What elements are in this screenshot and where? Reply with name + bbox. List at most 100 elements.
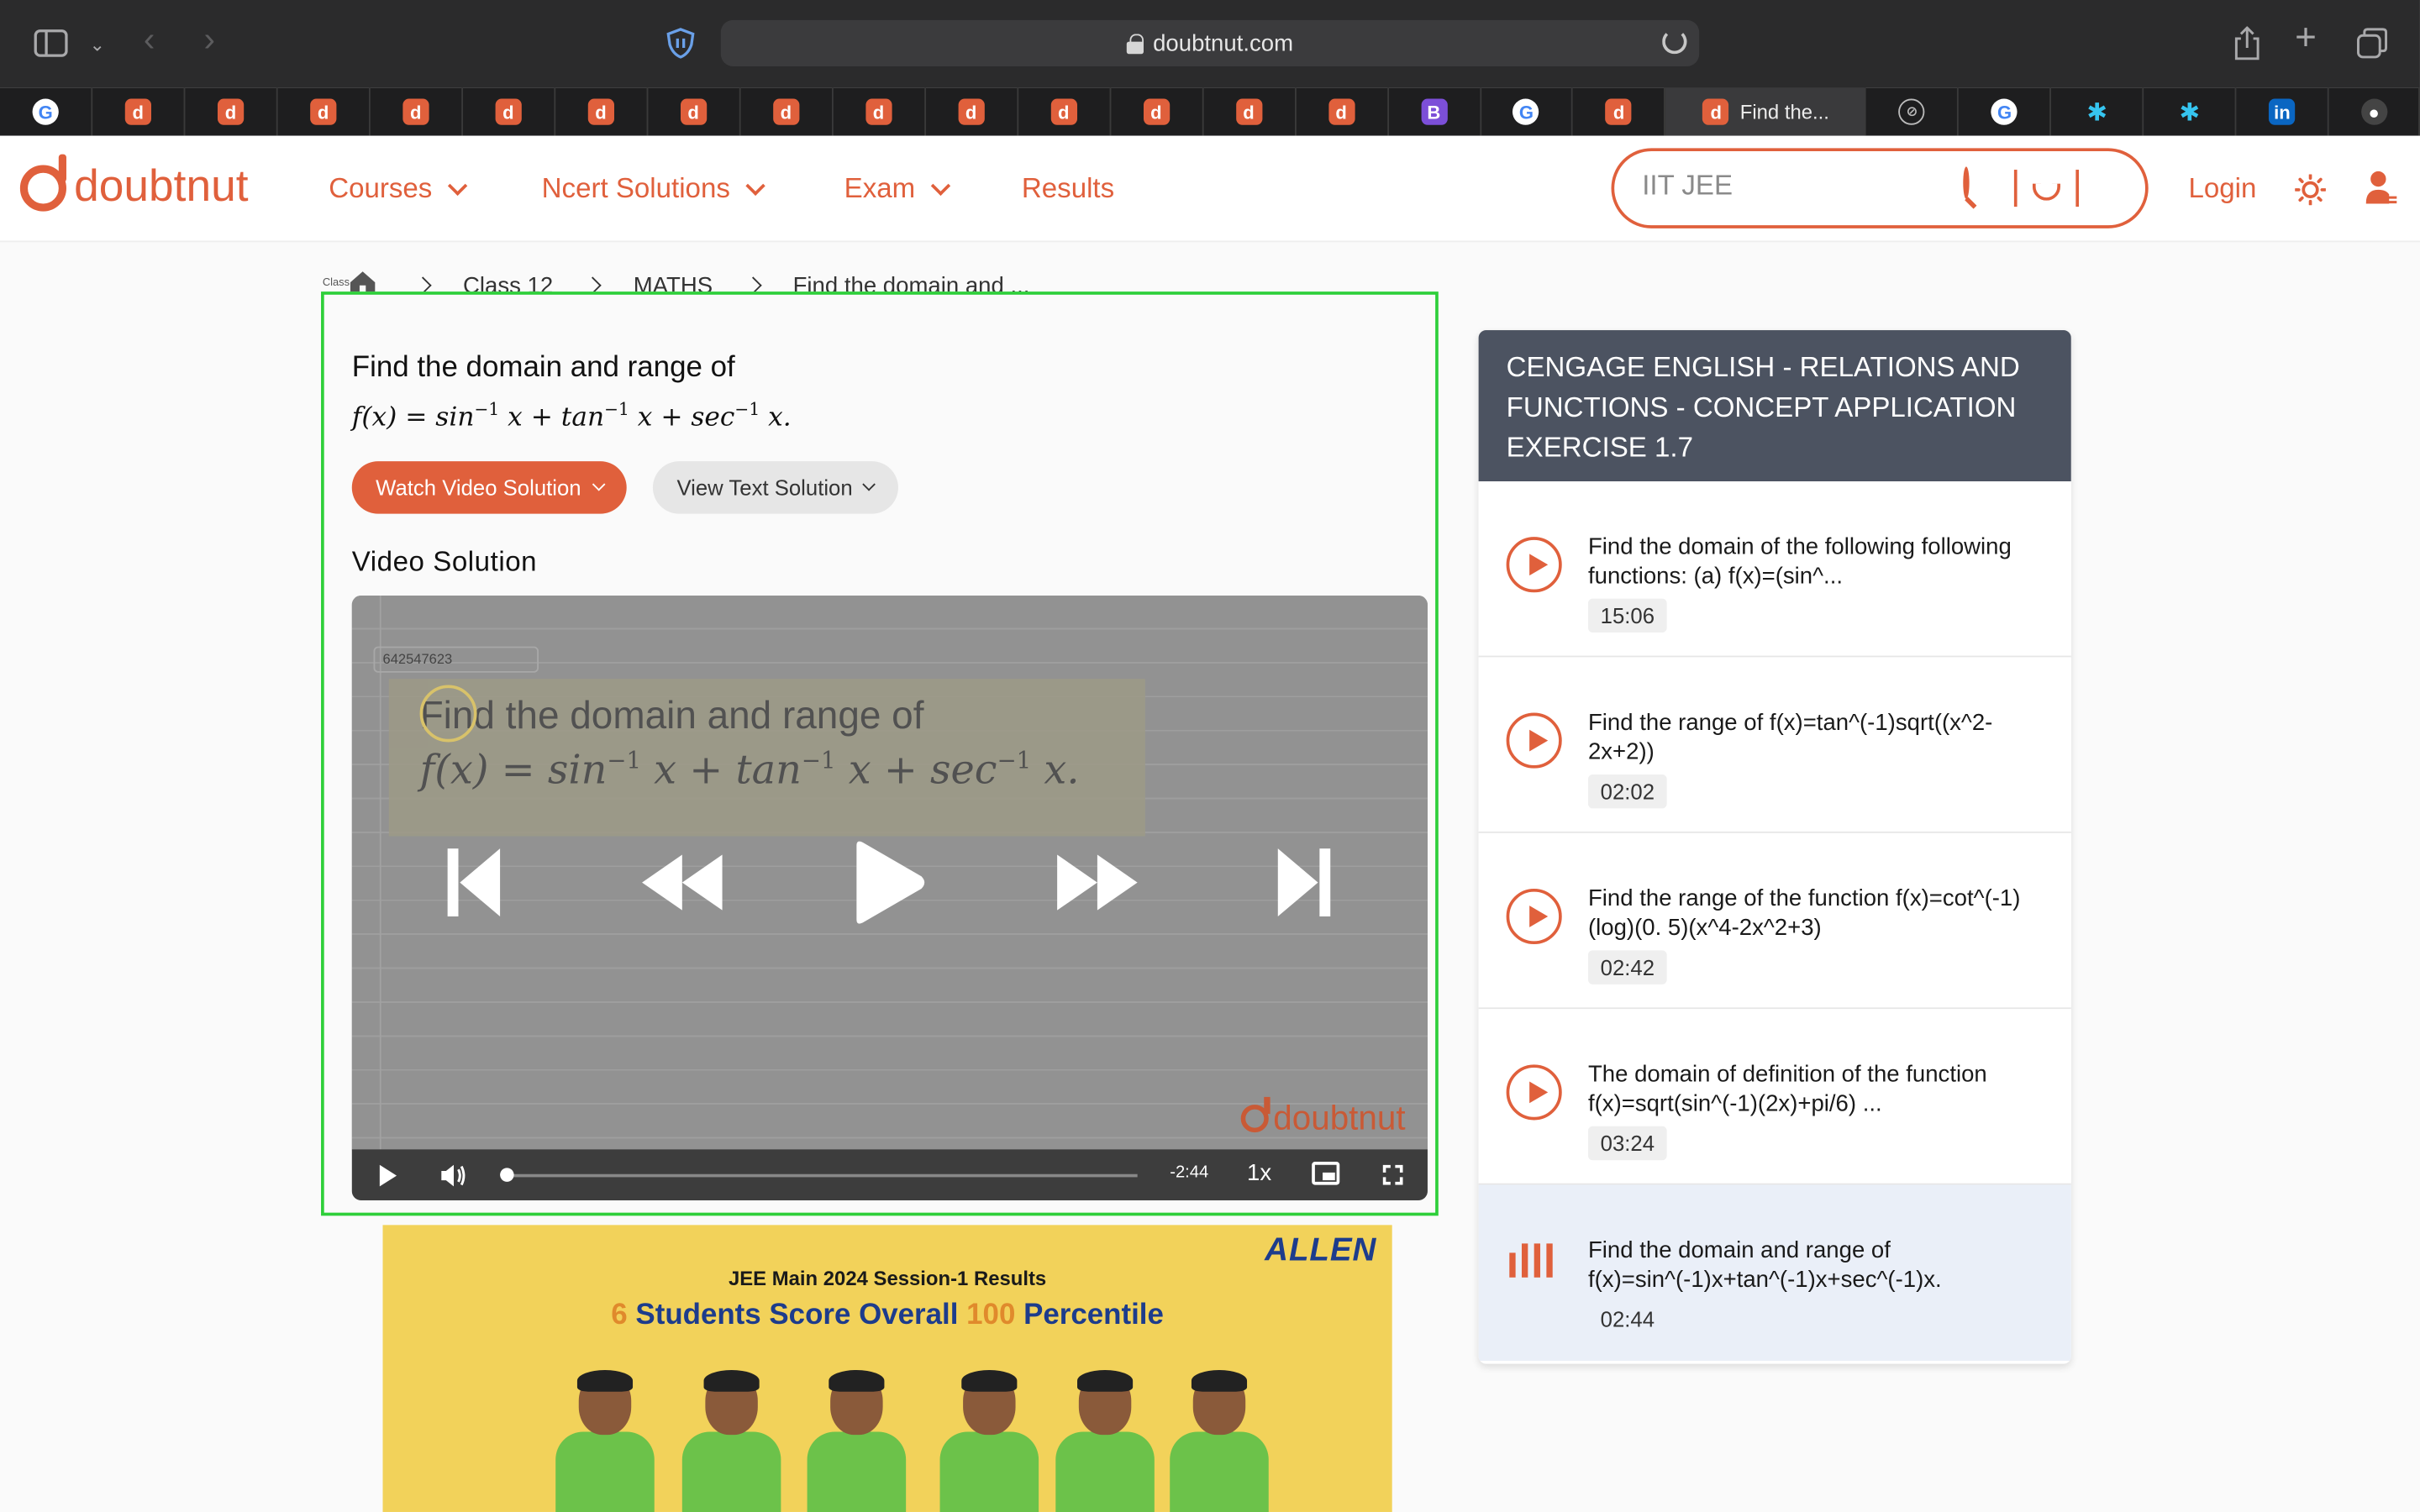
tab-doubtnut[interactable]: d xyxy=(1018,87,1111,136)
divider xyxy=(2013,170,2018,207)
now-playing-icon xyxy=(1509,1243,1553,1278)
tab-doubtnut[interactable]: d xyxy=(1573,87,1666,136)
time-remaining: -2:44 xyxy=(1170,1163,1209,1182)
skip-next-icon[interactable] xyxy=(1275,846,1334,927)
playback-speed-button[interactable]: 1x xyxy=(1247,1160,1271,1186)
list-item[interactable]: Find the range of the function f(x)=cot^… xyxy=(1478,832,2071,1010)
list-item[interactable]: The domain of definition of the function… xyxy=(1478,1009,2071,1185)
volume-icon[interactable] xyxy=(439,1163,467,1196)
list-item-current[interactable]: Find the domain and range of f(x)=sin^(-… xyxy=(1478,1184,2071,1361)
tab-doubtnut[interactable]: d xyxy=(740,87,834,136)
doubtnut-logo[interactable]: doubtnut xyxy=(19,153,249,213)
skip-previous-icon[interactable] xyxy=(445,846,503,927)
doubtnut-icon: d xyxy=(1143,98,1170,125)
nav-courses[interactable]: Courses xyxy=(329,173,468,206)
doubtnut-icon: d xyxy=(1328,98,1355,125)
view-text-solution-button[interactable]: View Text Solution xyxy=(652,461,898,514)
tab-slack[interactable]: ✱ xyxy=(2144,87,2237,136)
duration-badge: 02:02 xyxy=(1587,774,1667,809)
back-icon[interactable]: ‹ xyxy=(144,23,155,56)
progress-knob[interactable] xyxy=(500,1168,514,1182)
play-icon[interactable] xyxy=(850,839,928,933)
tab-doubtnut[interactable]: d xyxy=(1296,87,1389,136)
chevron-down-icon xyxy=(592,477,605,491)
bootstrap-icon: B xyxy=(1420,98,1447,125)
sidebar-toggle-icon[interactable] xyxy=(34,29,68,62)
tab-doubtnut[interactable]: d xyxy=(1203,87,1297,136)
tab-google[interactable]: G xyxy=(0,87,93,136)
lock-icon xyxy=(1126,33,1144,54)
picture-in-picture-icon[interactable] xyxy=(1312,1162,1340,1185)
rewind-icon[interactable] xyxy=(639,846,725,927)
list-item[interactable]: Find the domain of the following followi… xyxy=(1478,481,2071,658)
list-item[interactable]: Find the range of f(x)=tan^(-1)sqrt((x^2… xyxy=(1478,657,2071,833)
ad-banner[interactable]: ALLEN JEE Main 2024 Session-1 Results 6 … xyxy=(382,1225,1392,1512)
tab-active[interactable]: d Find the... xyxy=(1665,87,1867,136)
fullscreen-icon[interactable] xyxy=(1382,1164,1403,1185)
tab-doubtnut[interactable]: d xyxy=(463,87,555,136)
new-tab-icon[interactable]: + xyxy=(2295,19,2317,56)
play-circle-icon[interactable] xyxy=(1506,888,1562,945)
doubtnut-icon: d xyxy=(495,98,522,125)
ad-student-photo xyxy=(1170,1369,1269,1512)
theme-toggle-icon[interactable] xyxy=(2294,173,2327,213)
login-link[interactable]: Login xyxy=(2188,173,2256,206)
chevron-down-icon[interactable]: ⌄ xyxy=(90,31,105,59)
play-circle-icon[interactable] xyxy=(1506,1064,1562,1121)
doubtnut-icon: d xyxy=(587,98,614,125)
search-input[interactable] xyxy=(1642,170,1951,202)
watch-video-button[interactable]: Watch Video Solution xyxy=(351,461,627,514)
privacy-shield-icon[interactable] xyxy=(666,28,697,63)
tab-doubtnut[interactable]: d xyxy=(277,87,371,136)
watch-video-label: Watch Video Solution xyxy=(376,475,581,501)
tab-doubtnut[interactable]: d xyxy=(555,87,649,136)
video-question-title: Find the domain and range of xyxy=(419,694,924,738)
tab-doubtnut[interactable]: d xyxy=(185,87,278,136)
tab-doubtnut[interactable]: d xyxy=(92,87,186,136)
user-icon[interactable] xyxy=(2365,170,2397,214)
tab-doubtnut[interactable]: d xyxy=(371,87,463,136)
nav-results[interactable]: Results xyxy=(1022,173,1114,206)
tab-bootstrap[interactable]: B xyxy=(1388,87,1481,136)
video-player[interactable]: 642547623 Find the domain and range of f… xyxy=(351,595,1428,1200)
progress-track[interactable] xyxy=(504,1173,1138,1178)
list-item-text: Find the range of the function f(x)=cot^… xyxy=(1587,885,2021,942)
tab-safari[interactable]: ⊘ xyxy=(1866,87,1960,136)
ad-student-photo xyxy=(939,1369,1039,1512)
chevron-down-icon xyxy=(863,477,876,491)
nav-ncert[interactable]: Ncert Solutions xyxy=(542,173,765,206)
tab-doubtnut[interactable]: d xyxy=(833,87,926,136)
tab-doubtnut[interactable]: d xyxy=(1111,87,1203,136)
tab-doubtnut[interactable]: d xyxy=(925,87,1018,136)
play-icon[interactable] xyxy=(379,1164,397,1187)
logo-text: doubtnut xyxy=(74,161,249,212)
nav-exam[interactable]: Exam xyxy=(844,173,951,206)
tab-doubtnut[interactable]: d xyxy=(648,87,741,136)
share-icon[interactable] xyxy=(2233,25,2261,65)
doubtnut-icon: d xyxy=(772,98,799,125)
doubtnut-icon: d xyxy=(957,98,985,125)
google-icon: G xyxy=(32,98,59,125)
ad-student-photo xyxy=(681,1369,781,1512)
tab-google[interactable]: G xyxy=(1959,87,2052,136)
linkedin-icon: in xyxy=(2269,98,2296,125)
fast-forward-icon[interactable] xyxy=(1054,846,1140,927)
search-icon[interactable] xyxy=(1963,166,1970,199)
doubtnut-logo-icon xyxy=(19,153,66,211)
tab-github[interactable]: ● xyxy=(2329,87,2420,136)
tab-overview-icon[interactable] xyxy=(2357,28,2388,63)
play-circle-icon[interactable] xyxy=(1506,712,1562,769)
list-item-text: The domain of definition of the function… xyxy=(1587,1061,1987,1117)
tab-linkedin[interactable]: in xyxy=(2237,87,2329,136)
url-bar[interactable]: doubtnut.com xyxy=(720,19,1700,66)
forward-icon[interactable]: › xyxy=(203,23,214,56)
tab-google[interactable]: G xyxy=(1481,87,1574,136)
reload-icon[interactable] xyxy=(1662,29,1687,55)
ad-brand-logo: ALLEN xyxy=(1265,1232,1377,1268)
video-control-bar: -2:44 1x xyxy=(351,1149,1428,1200)
doubtnut-icon: d xyxy=(865,98,892,125)
search-box xyxy=(1611,148,2149,228)
play-circle-icon[interactable] xyxy=(1506,537,1562,593)
tab-slack[interactable]: ✱ xyxy=(2052,87,2144,136)
cursor-highlight xyxy=(419,685,477,743)
